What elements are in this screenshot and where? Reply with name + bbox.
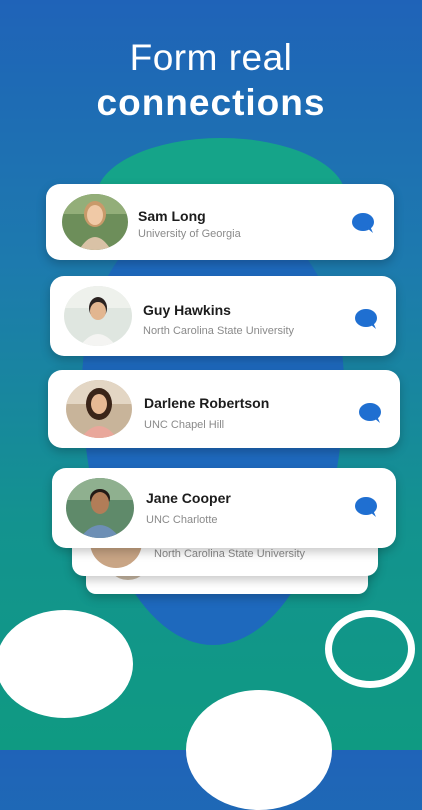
- chat-bubble-icon: [352, 213, 374, 233]
- message-button[interactable]: [354, 496, 378, 518]
- avatar: [66, 478, 134, 538]
- avatar: [62, 194, 128, 250]
- chat-bubble-icon: [355, 497, 377, 517]
- user-name: Jane Cooper: [146, 490, 231, 506]
- user-school: University of Georgia: [138, 228, 241, 240]
- avatar: [64, 286, 132, 346]
- decorative-white-ring: [325, 610, 415, 688]
- message-button[interactable]: [354, 308, 378, 330]
- user-card[interactable]: Sam Long University of Georgia: [46, 184, 394, 260]
- chat-bubble-icon: [355, 309, 377, 329]
- message-button[interactable]: [358, 402, 382, 424]
- user-name: Darlene Robertson: [144, 395, 270, 411]
- user-card[interactable]: Guy Hawkins North Carolina State Univers…: [50, 276, 396, 356]
- user-school: UNC Chapel Hill: [144, 419, 225, 431]
- stacked-card-school: North Carolina State University: [154, 548, 306, 560]
- chat-bubble-icon: [359, 403, 381, 423]
- user-name: Sam Long: [138, 208, 206, 224]
- headline: Form real connections: [0, 36, 422, 126]
- decorative-white-circle-bottom: [186, 690, 332, 810]
- user-name: Guy Hawkins: [143, 302, 231, 318]
- user-card[interactable]: Jane Cooper UNC Charlotte: [52, 468, 396, 548]
- user-school: North Carolina State University: [143, 325, 295, 337]
- headline-line-2: connections: [96, 82, 326, 123]
- message-button[interactable]: [351, 212, 375, 234]
- user-school: UNC Charlotte: [146, 514, 218, 526]
- decorative-white-circle-left: [0, 610, 133, 718]
- avatar: [66, 380, 132, 438]
- user-card[interactable]: Darlene Robertson UNC Chapel Hill: [48, 370, 400, 448]
- headline-line-1: Form real: [129, 37, 293, 78]
